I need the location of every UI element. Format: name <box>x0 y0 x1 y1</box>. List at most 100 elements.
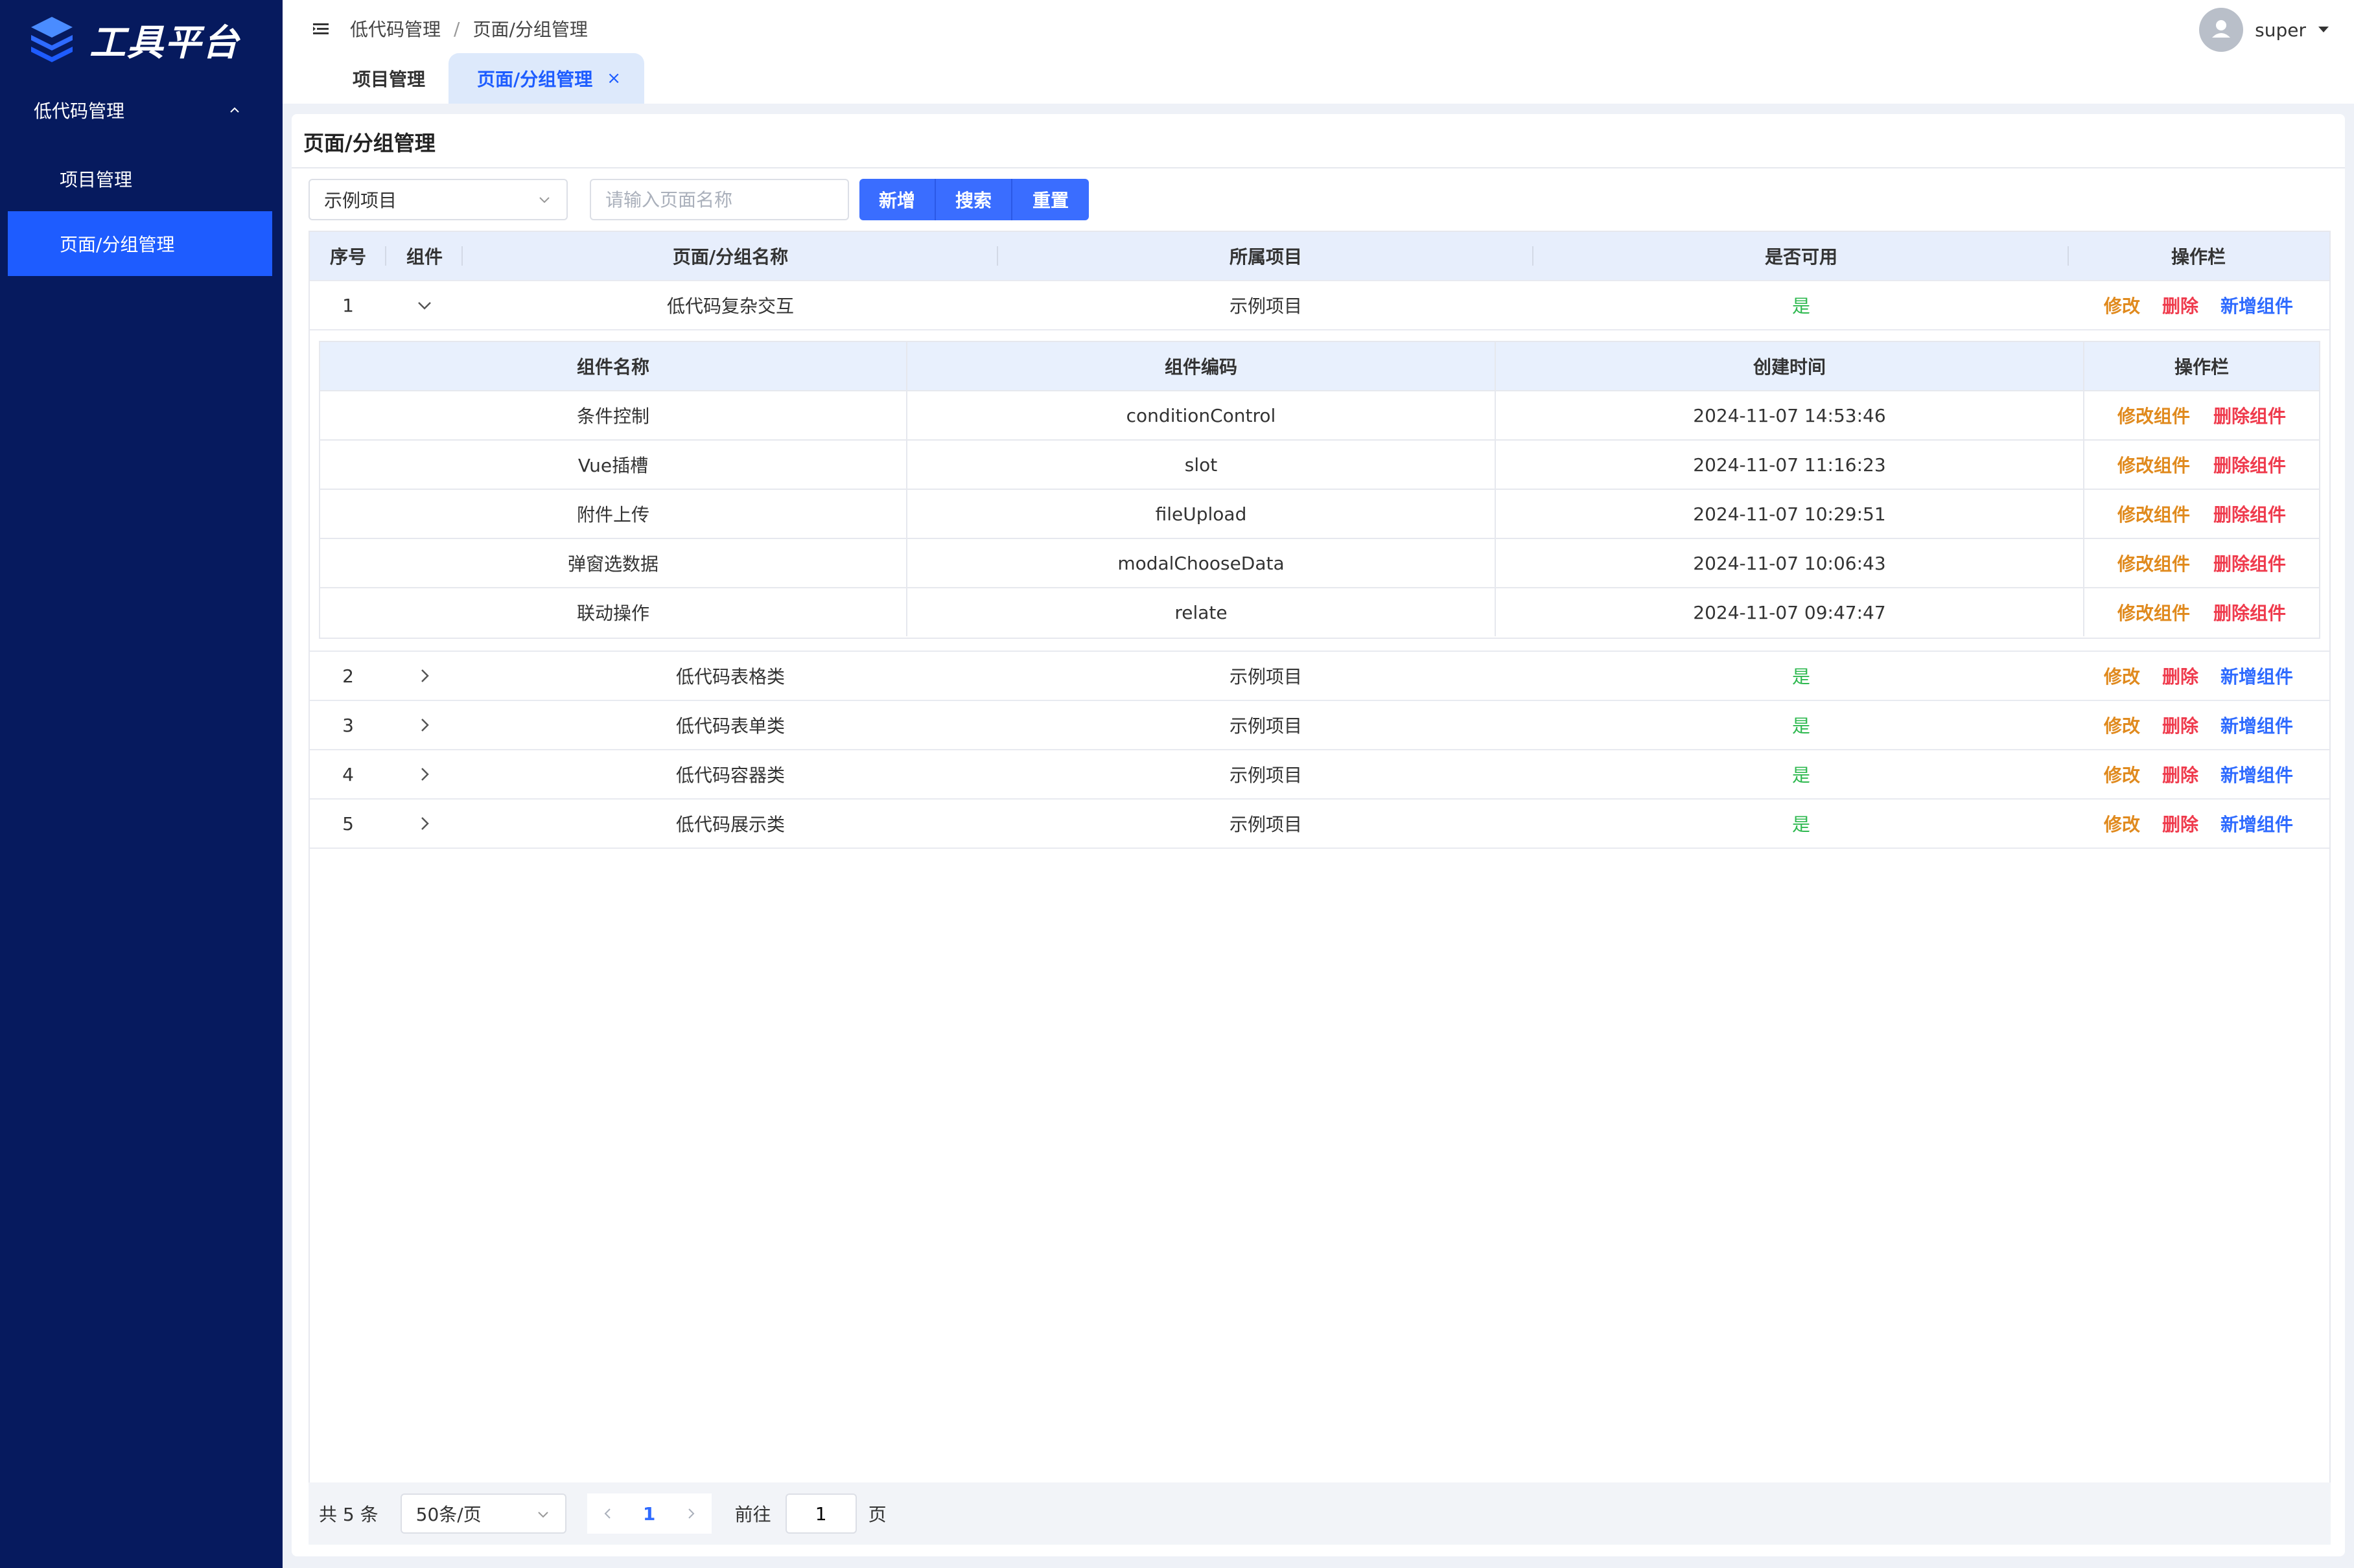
add-component-link[interactable]: 新增组件 <box>2220 663 2293 689</box>
search-button[interactable]: 搜索 <box>936 179 1012 220</box>
edit-component-link[interactable]: 修改组件 <box>2117 452 2190 478</box>
delete-link[interactable]: 删除 <box>2162 663 2198 689</box>
expand-toggle[interactable] <box>386 652 463 700</box>
breadcrumb-item[interactable]: 低代码管理 <box>350 16 441 41</box>
hamburger-icon[interactable] <box>311 19 331 39</box>
delete-link[interactable]: 删除 <box>2162 712 2198 738</box>
page-name-search-input[interactable] <box>590 179 849 220</box>
row-actions: 修改 删除 新增组件 <box>2069 701 2328 749</box>
goto-page-input[interactable] <box>785 1493 857 1534</box>
column-header: 组件名称 <box>320 342 907 390</box>
delete-link[interactable]: 删除 <box>2162 292 2198 318</box>
app-title: 工具平台 <box>89 21 240 64</box>
available-status: 是 <box>1791 814 1810 835</box>
add-component-link[interactable]: 新增组件 <box>2220 761 2293 787</box>
table-row: 5 低代码展示类 示例项目 是 修改 删除 新增组件 <box>310 800 2329 849</box>
row-actions: 修改 删除 新增组件 <box>2069 750 2328 798</box>
expand-toggle[interactable] <box>386 750 463 798</box>
edit-component-link[interactable]: 修改组件 <box>2117 501 2190 527</box>
user-menu[interactable]: super <box>2199 8 2331 52</box>
sidebar-item-project[interactable]: 项目管理 <box>8 146 272 211</box>
close-icon[interactable]: × <box>607 69 621 88</box>
page-name: 低代码展示类 <box>675 814 785 835</box>
sidebar-item-label: 项目管理 <box>60 169 133 190</box>
add-component-link[interactable]: 新增组件 <box>2220 292 2293 318</box>
current-page[interactable]: 1 <box>643 1503 655 1525</box>
edit-component-link[interactable]: 修改组件 <box>2117 402 2190 428</box>
component-name: 条件控制 <box>320 391 907 439</box>
edit-link[interactable]: 修改 <box>2104 292 2140 318</box>
edit-link[interactable]: 修改 <box>2104 663 2140 689</box>
add-component-link[interactable]: 新增组件 <box>2220 712 2293 738</box>
component-name: 弹窗选数据 <box>320 539 907 587</box>
chevron-down-icon <box>539 197 550 203</box>
table-header-row: 序号 组件 页面/分组名称 所属项目 是否可用 操作栏 <box>310 232 2329 281</box>
chevron-right-icon <box>421 768 429 781</box>
column-header: 组件编码 <box>907 342 1496 390</box>
row-actions: 修改 删除 新增组件 <box>2069 652 2328 700</box>
delete-link[interactable]: 删除 <box>2162 761 2198 787</box>
available-status: 是 <box>1791 666 1810 687</box>
sidebar-item-page-group[interactable]: 页面/分组管理 <box>8 211 272 276</box>
chevron-up-icon <box>230 107 239 113</box>
delete-link[interactable]: 删除 <box>2162 811 2198 836</box>
divider <box>292 167 2345 168</box>
pager: 1 <box>587 1493 712 1534</box>
reset-button[interactable]: 重置 <box>1012 179 1089 220</box>
add-button[interactable]: 新增 <box>859 179 936 220</box>
next-page-icon[interactable] <box>683 1506 699 1521</box>
breadcrumb-separator: / <box>454 17 460 40</box>
page-unit: 页 <box>868 1504 887 1525</box>
chevron-right-icon <box>421 817 429 830</box>
add-component-link[interactable]: 新增组件 <box>2220 811 2293 836</box>
column-header: 创建时间 <box>1496 342 2084 390</box>
edit-link[interactable]: 修改 <box>2104 761 2140 787</box>
edit-link[interactable]: 修改 <box>2104 712 2140 738</box>
component-actions: 修改组件 删除组件 <box>2084 391 2319 439</box>
page-size-select[interactable]: 50条/页 <box>400 1493 566 1534</box>
available-status: 是 <box>1791 295 1810 317</box>
pagination-bar: 共 5 条 50条/页 1 前往 页 <box>309 1482 2331 1545</box>
page-title: 页面/分组管理 <box>303 131 436 156</box>
component-code: conditionControl <box>907 391 1496 439</box>
edit-component-link[interactable]: 修改组件 <box>2117 550 2190 576</box>
tab-page-group[interactable]: 页面/分组管理 × <box>449 53 645 104</box>
row-index: 4 <box>342 763 354 785</box>
expand-toggle[interactable] <box>386 281 463 329</box>
subtable-row: 弹窗选数据 modalChooseData 2024-11-07 10:06:4… <box>320 539 2319 588</box>
tab-project[interactable]: 项目管理 <box>283 53 449 104</box>
menu-group-lowcode[interactable]: 低代码管理 <box>0 91 283 130</box>
breadcrumb: 低代码管理 / 页面/分组管理 <box>350 14 588 43</box>
expand-toggle[interactable] <box>386 701 463 749</box>
prev-page-icon[interactable] <box>600 1506 616 1521</box>
subtable-row: 条件控制 conditionControl 2024-11-07 14:53:4… <box>320 391 2319 441</box>
expand-toggle[interactable] <box>386 800 463 847</box>
top-header: 低代码管理 / 页面/分组管理 super 项目管理 页面/分组管理 × <box>283 0 2354 104</box>
row-index: 1 <box>342 294 354 316</box>
project-name: 示例项目 <box>1229 765 1302 786</box>
chevron-down-icon <box>537 1512 548 1518</box>
component-name: Vue插槽 <box>320 441 907 489</box>
delete-component-link[interactable]: 删除组件 <box>2213 452 2286 478</box>
page-size-value: 50条/页 <box>415 1504 482 1525</box>
component-actions: 修改组件 删除组件 <box>2084 441 2319 489</box>
delete-component-link[interactable]: 删除组件 <box>2213 501 2286 527</box>
delete-component-link[interactable]: 删除组件 <box>2213 550 2286 576</box>
column-header: 操作栏 <box>2171 246 2226 268</box>
edit-link[interactable]: 修改 <box>2104 811 2140 836</box>
component-code: slot <box>907 441 1496 489</box>
caret-down-icon <box>2318 27 2329 32</box>
edit-component-link[interactable]: 修改组件 <box>2117 599 2190 625</box>
component-name: 联动操作 <box>320 588 907 636</box>
sidebar-item-label: 页面/分组管理 <box>60 234 175 255</box>
created-time: 2024-11-07 10:06:43 <box>1496 539 2084 587</box>
page-name: 低代码容器类 <box>675 765 785 786</box>
created-time: 2024-11-07 11:16:23 <box>1496 441 2084 489</box>
project-select[interactable]: 示例项目 <box>309 179 568 220</box>
tab-label: 页面/分组管理 <box>477 69 593 90</box>
delete-component-link[interactable]: 删除组件 <box>2213 402 2286 428</box>
app-logo[interactable]: 工具平台 <box>29 14 240 65</box>
component-name: 附件上传 <box>320 490 907 538</box>
user-name: super <box>2255 19 2306 41</box>
delete-component-link[interactable]: 删除组件 <box>2213 599 2286 625</box>
